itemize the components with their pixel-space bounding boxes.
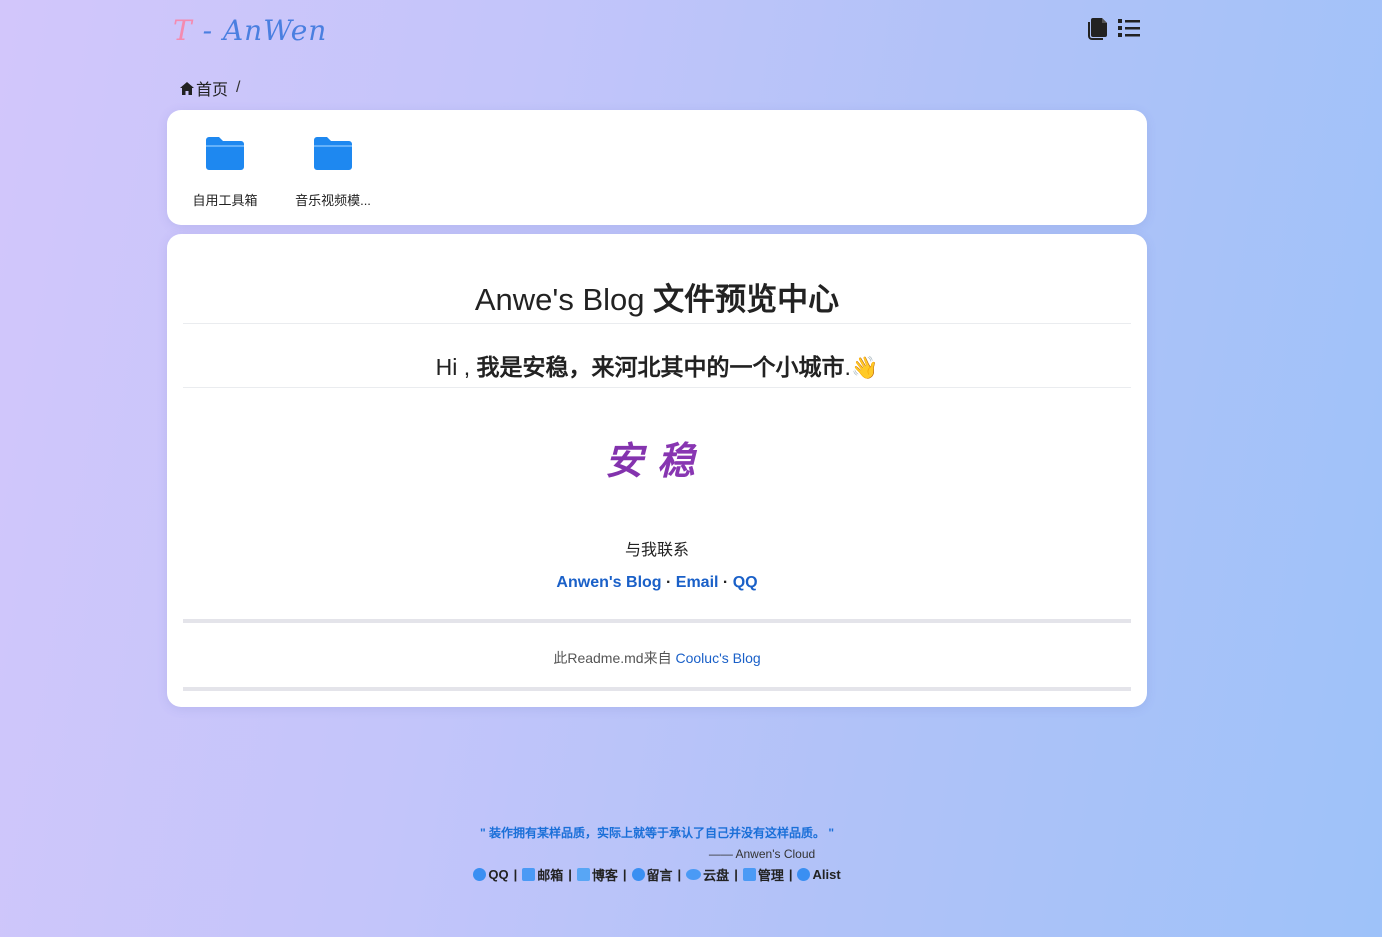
- footer-separator: |: [513, 867, 518, 882]
- logo-dash: -: [192, 14, 223, 47]
- file-item[interactable]: 自用工具箱: [175, 136, 275, 209]
- footer-link-mail[interactable]: 邮箱: [522, 865, 563, 884]
- readme-title-bold: 文件预览中心: [653, 282, 840, 317]
- manage-icon: [742, 868, 756, 881]
- file-name: 音乐视频模...: [295, 193, 371, 208]
- source-prefix: 此Readme.md来自: [553, 650, 676, 666]
- intro-plain: Hi ,: [435, 354, 477, 380]
- footer-separator: |: [677, 867, 682, 882]
- readme-title: Anwe's Blog 文件预览中心: [183, 274, 1131, 324]
- wave-emoji: 👋: [850, 355, 879, 380]
- breadcrumb-home[interactable]: 首页: [196, 76, 228, 100]
- file-item[interactable]: 音乐视频模...: [283, 136, 383, 209]
- readme-card: Anwe's Blog 文件预览中心 Hi , 我是安稳，来河北其中的一个小城市…: [167, 234, 1147, 707]
- logo-letter: T: [173, 14, 193, 47]
- footer-separator: |: [734, 867, 738, 882]
- footer-quote: " 装作拥有某样品质，实际上就等于承认了自己并没有这样品质。 ": [479, 826, 835, 840]
- top-actions: [1085, 16, 1141, 40]
- home-icon[interactable]: [180, 81, 194, 95]
- footer-link-label: QQ: [488, 867, 509, 882]
- footer-link-label: 博客: [591, 868, 618, 883]
- file-name: 自用工具箱: [192, 193, 258, 208]
- contact-links: Anwen's Blog · Email · QQ: [167, 574, 1147, 592]
- footer-link-manage[interactable]: 管理: [742, 865, 784, 884]
- files-icon[interactable]: [1085, 16, 1109, 40]
- readme-source: 此Readme.md来自 Cooluc's Blog: [167, 648, 1147, 668]
- email-link[interactable]: Email: [676, 574, 719, 591]
- footer: " 装作拥有某样品质，实际上就等于承认了自己并没有这样品质。 " —— Anwe…: [0, 824, 1314, 884]
- divider: [183, 619, 1131, 623]
- link-separator: ·: [661, 574, 676, 591]
- footer-link-label: 管理: [757, 868, 784, 883]
- qq-icon: [473, 868, 487, 881]
- alist-icon: [797, 868, 811, 881]
- footer-links: QQ | 邮箱 | 博客 | 留言 | 云盘 | 管理 | Alist: [0, 865, 1314, 884]
- blog-link[interactable]: Anwen's Blog: [556, 574, 661, 591]
- folder-icon: [206, 137, 244, 170]
- footer-link-blog[interactable]: 博客: [576, 865, 618, 884]
- footer-link-label: Alist: [812, 867, 841, 882]
- qq-link[interactable]: QQ: [733, 574, 758, 591]
- footer-link-label: 留言: [646, 868, 673, 883]
- signature-image: 安稳: [167, 430, 1147, 485]
- message-icon: [631, 868, 645, 881]
- footer-author: —— Anwen's Cloud: [708, 847, 816, 861]
- footer-separator: |: [788, 867, 793, 882]
- breadcrumb: 首页 /: [180, 76, 240, 100]
- footer-link-alist[interactable]: Alist: [797, 867, 841, 882]
- contact-title: 与我联系: [624, 542, 689, 559]
- footer-separator: |: [568, 867, 572, 882]
- link-separator: ·: [718, 574, 733, 591]
- footer-link-cloud[interactable]: 云盘: [686, 865, 729, 884]
- intro-bold: 我是安稳，来河北其中的一个小城市: [476, 354, 845, 380]
- footer-link-qq[interactable]: QQ: [473, 867, 509, 882]
- footer-link-message[interactable]: 留言: [631, 865, 673, 884]
- mail-icon: [522, 868, 536, 881]
- top-bar: T - AnWen: [167, 2, 1147, 58]
- source-link[interactable]: Cooluc's Blog: [675, 650, 760, 666]
- folder-icon: [314, 137, 352, 170]
- file-list-card: 自用工具箱 音乐视频模...: [167, 110, 1147, 225]
- footer-separator: |: [622, 867, 627, 882]
- edit-icon: [576, 868, 590, 881]
- footer-link-label: 云盘: [703, 868, 730, 883]
- breadcrumb-separator: /: [236, 79, 241, 96]
- cloud-icon: [686, 869, 702, 880]
- footer-link-label: 邮箱: [537, 868, 564, 883]
- site-logo[interactable]: T - AnWen: [173, 14, 327, 47]
- readme-title-plain: Anwe's Blog: [474, 282, 654, 317]
- list-icon[interactable]: [1117, 16, 1141, 40]
- divider: [183, 687, 1131, 691]
- logo-name: AnWen: [222, 14, 328, 47]
- readme-intro: Hi , 我是安稳，来河北其中的一个小城市.👋: [183, 348, 1131, 388]
